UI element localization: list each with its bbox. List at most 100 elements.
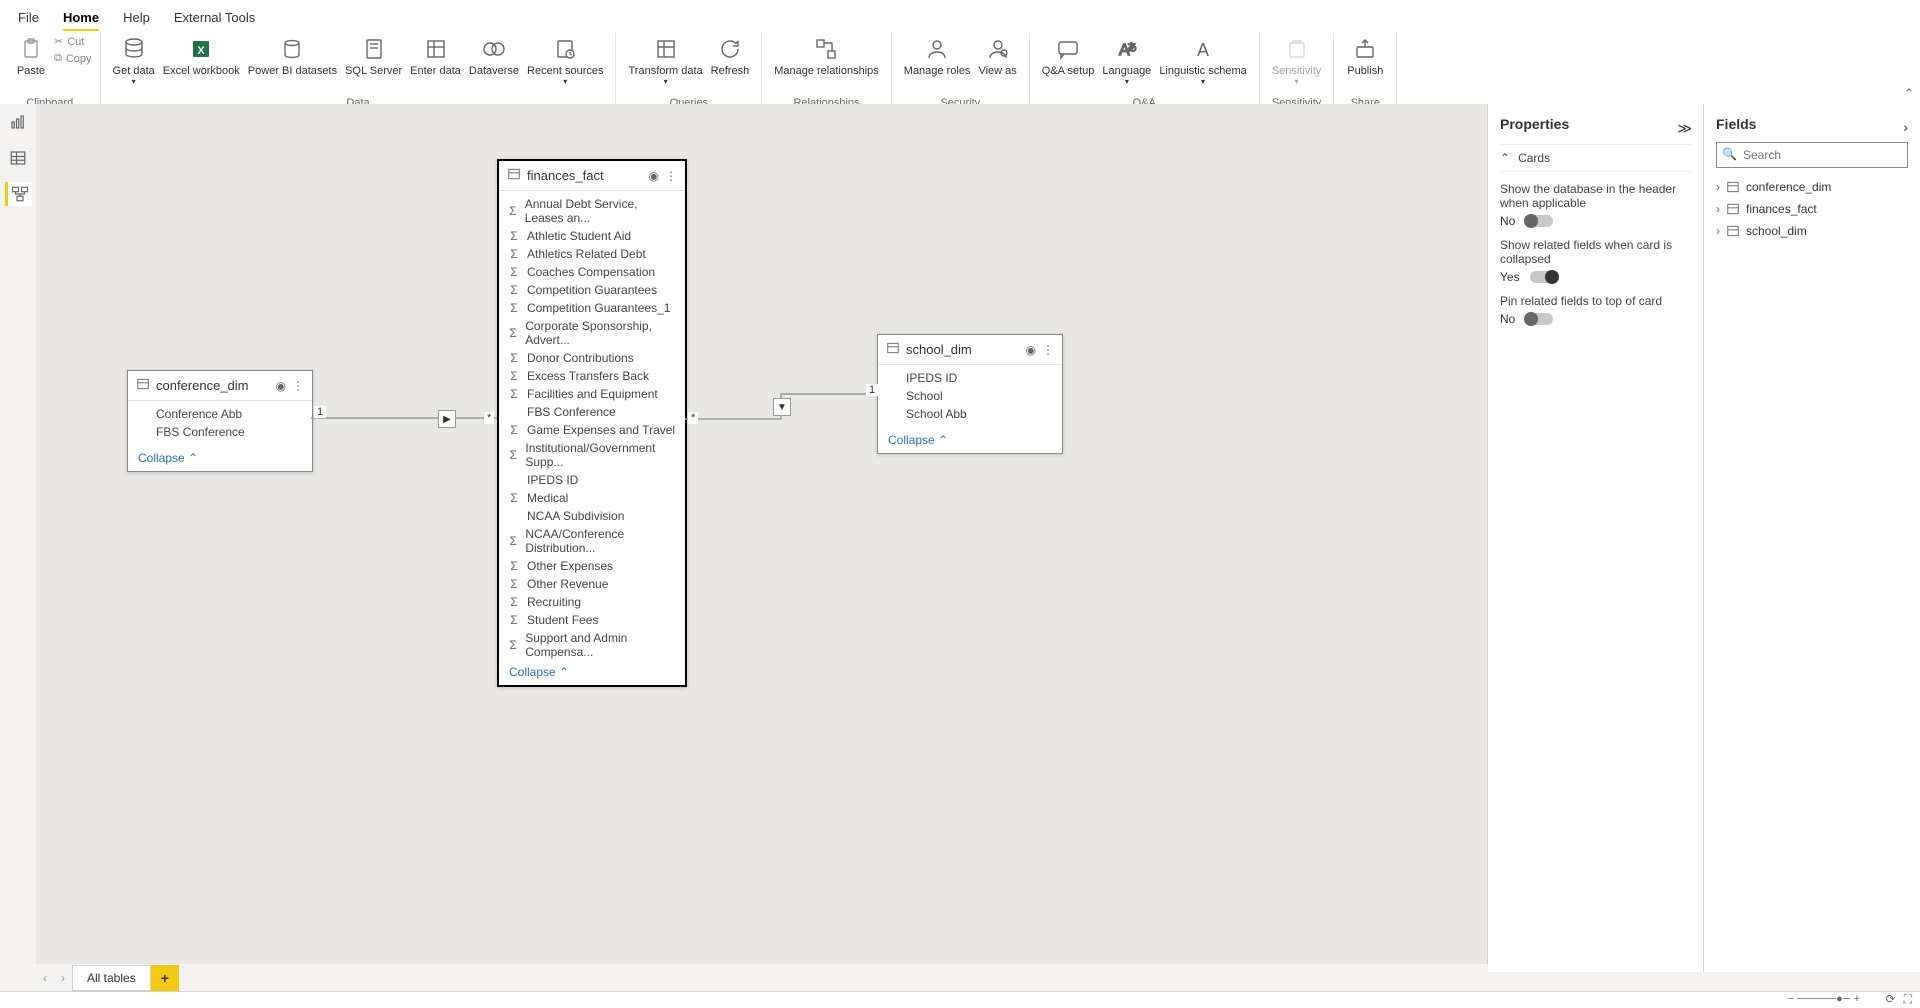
field-row[interactable]: IPEDS ID bbox=[878, 369, 1062, 387]
ribbon-group-data: Get data▾ XExcel workbook Power BI datas… bbox=[101, 33, 617, 111]
field-row[interactable]: ΣCoaches Compensation bbox=[499, 263, 685, 281]
view-rail bbox=[0, 104, 36, 972]
more-icon[interactable]: ⋮ bbox=[1042, 343, 1054, 357]
copy-button[interactable]: ⧉Copy bbox=[54, 50, 92, 67]
transform-data-button[interactable]: Transform data▾ bbox=[624, 33, 706, 88]
field-row[interactable]: ΣOther Revenue bbox=[499, 575, 685, 593]
transform-icon bbox=[652, 35, 680, 63]
toggle-db-header[interactable] bbox=[1525, 215, 1553, 227]
relationship-line[interactable] bbox=[311, 404, 497, 434]
sql-server-button[interactable]: SQL Server bbox=[341, 33, 406, 79]
field-row[interactable]: ΣSupport and Admin Compensa... bbox=[499, 629, 685, 659]
expand-pane-icon[interactable]: › bbox=[1903, 119, 1908, 135]
field-row[interactable]: IPEDS ID bbox=[499, 471, 685, 489]
field-row[interactable]: ΣRecruiting bbox=[499, 593, 685, 611]
field-row[interactable]: School bbox=[878, 387, 1062, 405]
more-icon[interactable]: ⋮ bbox=[665, 169, 677, 183]
table-icon bbox=[136, 377, 150, 394]
powerbi-icon bbox=[278, 35, 306, 63]
cards-section-header[interactable]: ⌃Cards bbox=[1500, 144, 1692, 172]
refresh-button[interactable]: Refresh bbox=[707, 33, 754, 79]
collapse-link[interactable]: Collapse ⌃ bbox=[128, 445, 312, 471]
clipboard-icon bbox=[17, 35, 45, 63]
menu-home[interactable]: Home bbox=[63, 6, 99, 31]
tab-scroll-left[interactable]: ‹ bbox=[36, 971, 54, 985]
field-row[interactable]: ΣGame Expenses and Travel bbox=[499, 421, 685, 439]
get-data-button[interactable]: Get data▾ bbox=[109, 33, 159, 88]
field-row[interactable]: ΣInstitutional/Government Supp... bbox=[499, 439, 685, 471]
field-row[interactable]: ΣOther Expenses bbox=[499, 557, 685, 575]
dataverse-button[interactable]: Dataverse bbox=[465, 33, 523, 79]
paste-button[interactable]: Paste bbox=[8, 33, 54, 79]
field-row[interactable]: ΣDonor Contributions bbox=[499, 349, 685, 367]
add-layout-button[interactable]: + bbox=[151, 965, 179, 991]
field-row[interactable]: ΣMedical bbox=[499, 489, 685, 507]
layout-tab[interactable]: All tables bbox=[72, 965, 151, 991]
model-canvas[interactable]: conference_dim ◉ ⋮ Conference AbbFBS Con… bbox=[36, 104, 1488, 972]
table-card-conference-dim[interactable]: conference_dim ◉ ⋮ Conference AbbFBS Con… bbox=[127, 370, 313, 472]
field-row[interactable]: FBS Conference bbox=[128, 423, 312, 441]
field-row[interactable]: NCAA Subdivision bbox=[499, 507, 685, 525]
table-card-finances-fact[interactable]: finances_fact ◉ ⋮ ΣAnnual Debt Service, … bbox=[497, 159, 687, 687]
fields-tree-table[interactable]: ›conference_dim bbox=[1716, 176, 1908, 198]
collapse-pane-icon[interactable]: ≫ bbox=[1677, 120, 1692, 137]
linguistic-schema-button[interactable]: ALinguistic schema▾ bbox=[1155, 33, 1250, 88]
fields-search-input[interactable] bbox=[1716, 142, 1908, 168]
field-row[interactable]: ΣCompetition Guarantees_1 bbox=[499, 299, 685, 317]
excel-workbook-button[interactable]: XExcel workbook bbox=[159, 33, 244, 79]
pbi-datasets-button[interactable]: Power BI datasets bbox=[244, 33, 341, 79]
collapse-link[interactable]: Collapse ⌃ bbox=[878, 427, 1062, 453]
cut-button[interactable]: ✂Cut bbox=[54, 33, 92, 50]
publish-button[interactable]: Publish bbox=[1342, 33, 1388, 79]
manage-roles-button[interactable]: Manage roles bbox=[900, 33, 975, 79]
field-row[interactable]: ΣFacilities and Equipment bbox=[499, 385, 685, 403]
table-card-school-dim[interactable]: school_dim ◉ ⋮ IPEDS IDSchoolSchool Abb … bbox=[877, 334, 1063, 454]
chevron-up-icon: ⌃ bbox=[1500, 151, 1510, 165]
more-icon[interactable]: ⋮ bbox=[292, 379, 304, 393]
reset-zoom-icon[interactable]: ⟳ bbox=[1886, 992, 1896, 1007]
collapse-link[interactable]: Collapse ⌃ bbox=[499, 659, 685, 685]
enter-data-button[interactable]: Enter data bbox=[406, 33, 465, 79]
view-as-button[interactable]: View as bbox=[974, 33, 1020, 79]
toggle-related-fields[interactable] bbox=[1530, 271, 1558, 283]
qa-setup-button[interactable]: Q&A setup bbox=[1038, 33, 1099, 79]
field-row[interactable]: ΣAthletics Related Debt bbox=[499, 245, 685, 263]
model-view-button[interactable] bbox=[5, 182, 32, 206]
recent-sources-button[interactable]: Recent sources▾ bbox=[523, 33, 607, 88]
report-view-button[interactable] bbox=[6, 110, 30, 134]
field-row[interactable]: School Abb bbox=[878, 405, 1062, 423]
field-row[interactable]: ΣCompetition Guarantees bbox=[499, 281, 685, 299]
fields-tree-table[interactable]: ›finances_fact bbox=[1716, 198, 1908, 220]
field-row[interactable]: ΣAnnual Debt Service, Leases an... bbox=[499, 195, 685, 227]
field-row[interactable]: ΣNCAA/Conference Distribution... bbox=[499, 525, 685, 557]
field-row[interactable]: FBS Conference bbox=[499, 403, 685, 421]
menu-file[interactable]: File bbox=[18, 6, 39, 31]
field-row[interactable]: ΣStudent Fees bbox=[499, 611, 685, 629]
visibility-icon[interactable]: ◉ bbox=[649, 169, 659, 183]
field-row[interactable]: ΣAthletic Student Aid bbox=[499, 227, 685, 245]
language-button[interactable]: AあLanguage▾ bbox=[1098, 33, 1155, 88]
svg-text:あ: あ bbox=[1127, 42, 1137, 54]
fields-tree-table[interactable]: ›school_dim bbox=[1716, 220, 1908, 242]
cardinality-one: 1 bbox=[314, 406, 326, 418]
zoom-slider[interactable]: − ─────●─ + bbox=[1788, 993, 1860, 1005]
menu-external-tools[interactable]: External Tools bbox=[174, 6, 255, 31]
field-row[interactable]: ΣExcess Transfers Back bbox=[499, 367, 685, 385]
data-view-button[interactable] bbox=[6, 146, 30, 170]
view-as-icon bbox=[984, 35, 1012, 63]
ribbon-group-qa: Q&A setup AあLanguage▾ ALinguistic schema… bbox=[1030, 33, 1260, 111]
field-row[interactable]: Conference Abb bbox=[128, 405, 312, 423]
sensitivity-button[interactable]: Sensitivity▾ bbox=[1268, 33, 1326, 88]
menu-help[interactable]: Help bbox=[123, 6, 150, 31]
visibility-icon[interactable]: ◉ bbox=[276, 379, 286, 393]
visibility-icon[interactable]: ◉ bbox=[1026, 343, 1036, 357]
manage-relationships-button[interactable]: Manage relationships bbox=[770, 33, 883, 79]
field-row[interactable]: ΣCorporate Sponsorship, Advert... bbox=[499, 317, 685, 349]
toggle-value: Yes bbox=[1500, 270, 1520, 284]
toggle-pin-fields[interactable] bbox=[1525, 313, 1553, 325]
ribbon-collapse-icon[interactable]: ⌃ bbox=[1904, 86, 1914, 100]
table-icon bbox=[1726, 180, 1740, 194]
tab-scroll-right[interactable]: › bbox=[54, 971, 72, 985]
table-name: school_dim bbox=[906, 342, 1020, 357]
fit-to-screen-icon[interactable]: ⛶ bbox=[1904, 992, 1912, 1007]
